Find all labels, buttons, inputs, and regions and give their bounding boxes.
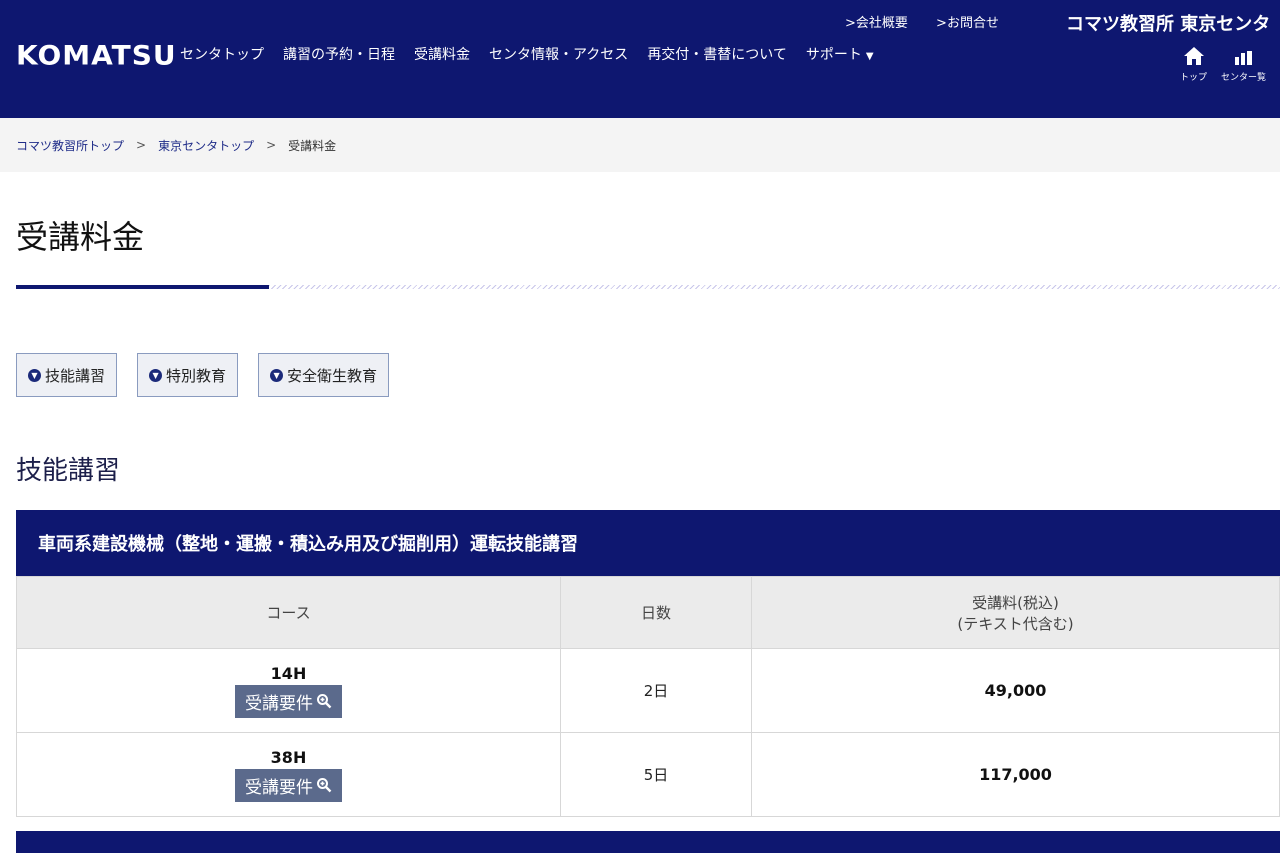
chevron-down-icon: ▼	[28, 368, 41, 382]
breadcrumb: コマツ教習所トップ > 東京センタトップ > 受講料金	[0, 118, 1280, 172]
anchor-label: 特別教育	[166, 366, 227, 385]
anchor-label: 技能講習	[45, 366, 106, 385]
fee-cell: 117,000	[751, 732, 1280, 817]
nav-fees[interactable]: 受講料金	[414, 44, 470, 64]
nav-support-label: サポート	[805, 47, 862, 63]
home-label: トップ	[1180, 73, 1208, 83]
section-anchors: ▼ 技能講習 ▼ 特別教育 ▼ 安全衛生教育	[16, 353, 390, 397]
main-nav: センタトップ 講習の予約・日程 受講料金 センタ情報・アクセス 再交付・書替につ…	[180, 44, 893, 64]
nav-reservation[interactable]: 講習の予約・日程	[283, 44, 395, 64]
title-underline	[16, 284, 1280, 290]
course-name: 14H	[270, 663, 307, 683]
breadcrumb-home[interactable]: コマツ教習所トップ	[16, 137, 124, 154]
header-icons: トップ センター覧	[1180, 46, 1266, 83]
nav-reissue[interactable]: 再交付・書替について	[647, 44, 787, 64]
breadcrumb-center-top[interactable]: 東京センタトップ	[158, 137, 254, 154]
requirements-label: 受講要件	[245, 693, 313, 714]
site-header: KOMATSU センタトップ 講習の予約・日程 受講料金 センタ情報・アクセス …	[0, 0, 1280, 118]
zoom-in-icon	[317, 778, 332, 793]
next-course-heading	[16, 831, 1280, 853]
center-list-label: センター覧	[1221, 73, 1267, 83]
chevron-down-icon: ▼	[270, 368, 284, 382]
zoom-in-icon	[317, 694, 332, 709]
days-cell: 5日	[560, 732, 752, 817]
column-course: コース	[16, 576, 561, 649]
column-fee-line1: 受講料(税込)	[972, 593, 1059, 612]
fee-value: 49,000	[984, 681, 1047, 700]
fee-cell: 49,000	[751, 648, 1280, 733]
anchor-special-education[interactable]: ▼ 特別教育	[137, 353, 239, 397]
column-days: 日数	[560, 576, 752, 649]
nav-support[interactable]: サポート ▼	[806, 44, 874, 64]
page-title: 受講料金	[16, 218, 145, 256]
anchor-label: 安全衛生教育	[287, 366, 378, 385]
requirements-label: 受講要件	[245, 777, 313, 798]
center-list-icon	[1234, 48, 1252, 65]
nav-center-access[interactable]: センタ情報・アクセス	[489, 44, 628, 64]
caret-down-icon: ▼	[865, 51, 874, 62]
anchor-safety-education[interactable]: ▼ 安全衛生教育	[258, 353, 390, 397]
requirements-button[interactable]: 受講要件	[235, 684, 342, 718]
fee-table: コース 日数 受講料(税込) (テキスト代含む) 14H 受講要件 2日 49,0…	[16, 576, 1280, 817]
table-row: 14H 受講要件 2日 49,000	[16, 648, 1280, 733]
requirements-button[interactable]: 受講要件	[235, 768, 342, 802]
breadcrumb-separator: >	[136, 138, 147, 152]
nav-center-top[interactable]: センタトップ	[180, 44, 264, 64]
center-list-link[interactable]: センター覧	[1221, 46, 1266, 83]
top-links: >会社概要 >お問合せ	[845, 12, 1023, 31]
home-link[interactable]: トップ	[1180, 46, 1207, 83]
section-title: 技能講習	[16, 456, 121, 486]
column-fee: 受講料(税込) (テキスト代含む)	[751, 576, 1280, 649]
table-header-row: コース 日数 受講料(税込) (テキスト代含む)	[16, 576, 1280, 649]
course-heading: 車両系建設機械（整地・運搬・積込み用及び掘削用）運転技能講習	[16, 510, 1280, 576]
column-fee-line2: (テキスト代含む)	[957, 614, 1074, 633]
breadcrumb-current: 受講料金	[288, 138, 337, 153]
course-block: 車両系建設機械（整地・運搬・積込み用及び掘削用）運転技能講習 コース 日数 受講…	[16, 510, 1280, 817]
course-name: 38H	[270, 747, 307, 767]
chevron-down-icon: ▼	[149, 368, 163, 382]
komatsu-logo[interactable]: KOMATSU	[16, 40, 177, 71]
anchor-skill-course[interactable]: ▼ 技能講習	[16, 353, 118, 397]
course-cell: 14H 受講要件	[16, 648, 561, 733]
center-name: コマツ教習所 東京センタ	[1066, 14, 1271, 35]
home-icon	[1183, 47, 1204, 65]
fee-value: 117,000	[979, 765, 1052, 784]
table-row: 38H 受講要件 5日 117,000	[16, 732, 1280, 817]
contact-link[interactable]: >お問合せ	[936, 16, 999, 31]
course-cell: 38H 受講要件	[16, 732, 561, 817]
company-link[interactable]: >会社概要	[845, 16, 908, 31]
days-cell: 2日	[560, 648, 752, 733]
breadcrumb-separator: >	[266, 138, 277, 152]
